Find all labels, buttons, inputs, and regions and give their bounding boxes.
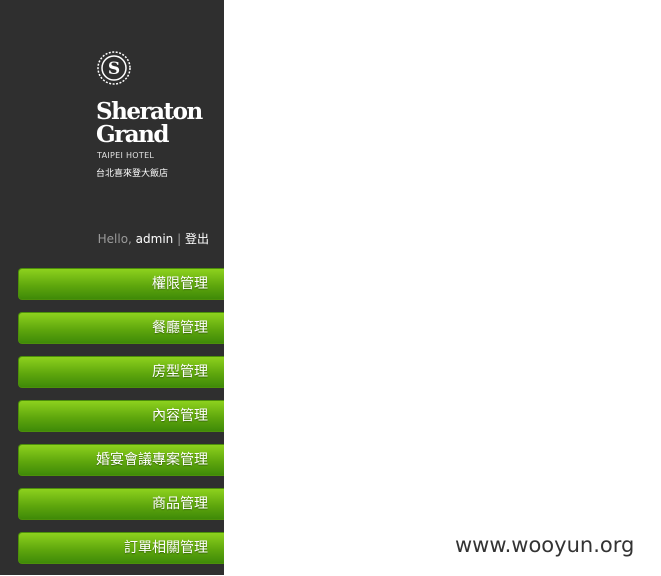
hotel-name-en: TAIPEI HOTEL: [97, 151, 155, 160]
menu-item-content[interactable]: 內容管理: [18, 400, 224, 432]
logout-link[interactable]: 登出: [185, 232, 209, 246]
menu-item-wedding-meetings[interactable]: 婚宴會議專案管理: [18, 444, 224, 476]
menu-item-products[interactable]: 商品管理: [18, 488, 224, 520]
admin-menu: 權限管理 餐廳管理 房型管理 內容管理 婚宴會議專案管理 商品管理 訂單相關管理: [18, 268, 224, 576]
menu-item-permissions[interactable]: 權限管理: [18, 268, 224, 300]
menu-item-room-types[interactable]: 房型管理: [18, 356, 224, 388]
brand-name-line2: Grand: [96, 121, 169, 148]
menu-item-orders[interactable]: 訂單相關管理: [18, 532, 224, 564]
hotel-name-zh: 台北喜來登大飯店: [96, 169, 169, 179]
emblem-letter: S: [108, 59, 120, 79]
user-status: Hello, admin | 登出: [98, 230, 209, 247]
watermark: www.wooyun.org: [455, 533, 635, 557]
greeting-text: Hello,: [97, 232, 136, 246]
username: admin: [135, 232, 174, 246]
sidebar: S Sheraton Grand TAIPEI HOTEL 台北喜來登大飯店 H…: [0, 0, 224, 575]
menu-item-restaurants[interactable]: 餐廳管理: [18, 312, 224, 344]
separator: |: [177, 232, 182, 246]
sheraton-emblem-icon: S: [97, 51, 131, 85]
